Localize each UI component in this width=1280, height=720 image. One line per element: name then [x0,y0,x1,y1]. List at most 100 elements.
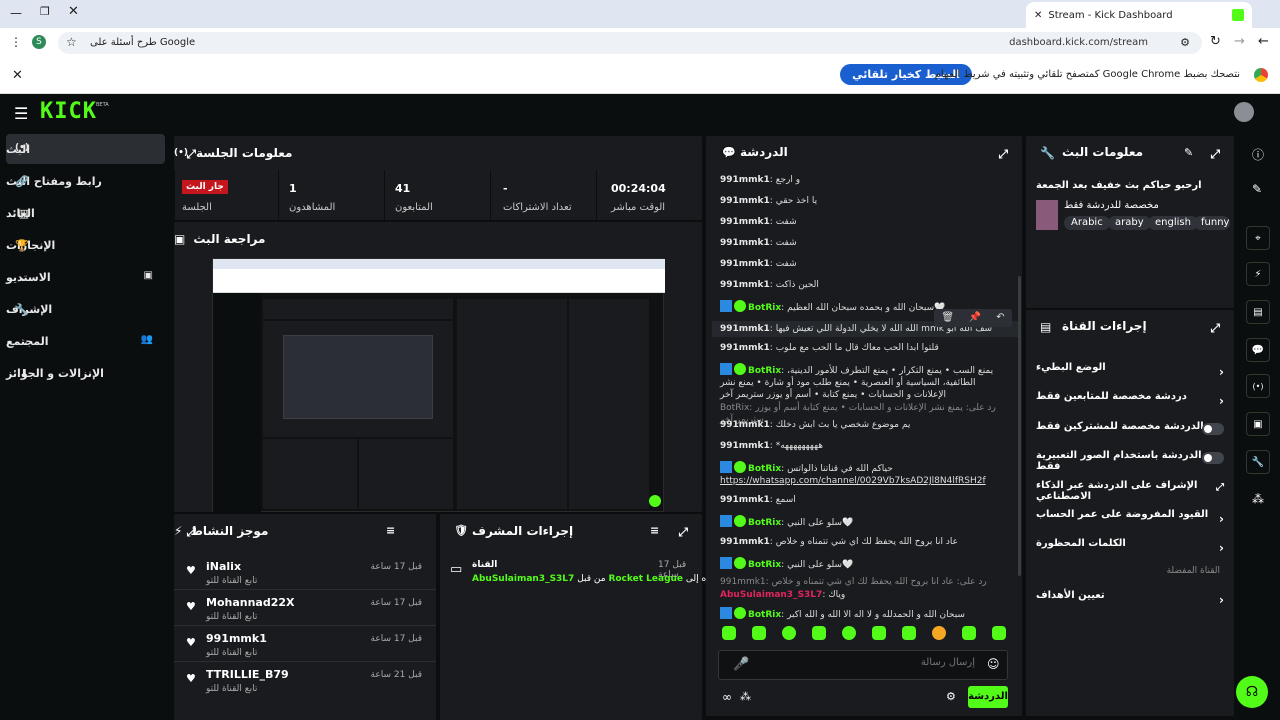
close-infobar-icon[interactable]: ✕ [12,68,23,83]
sidebar-item-moderation[interactable]: 🔧 الإشراف [6,294,165,324]
follower-name[interactable]: Mohannad22X [206,596,295,609]
kick-logo[interactable]: KICK [40,99,97,124]
sidebar-item-revenue[interactable]: ▥ العائد [6,198,165,228]
chat-username[interactable]: BotRix [748,464,781,474]
menu-dots-icon[interactable]: ⋮ [10,35,22,49]
chat-username[interactable]: 991mmk1 [720,537,770,547]
dots-icon[interactable]: ⁂ [740,690,751,703]
chat-username[interactable]: 991mmk1 [720,238,770,248]
emote-icon[interactable] [902,626,916,640]
chat-scrollbar[interactable] [1018,276,1021,576]
help-chat-button[interactable]: ☊ [1236,676,1268,708]
chat-username[interactable]: AbuSulaiman3_S3L7 [720,590,822,600]
profile-avatar[interactable]: S [32,35,46,49]
chat-username[interactable]: 991mmk1 [720,217,770,227]
sidebar-item-stream[interactable]: (•) البث [6,134,165,164]
rail-chat-button[interactable]: 💬 [1246,338,1270,362]
settings-gear-icon[interactable]: ⚙ [946,690,956,703]
tag-chip[interactable]: english [1148,216,1198,230]
follower-name[interactable]: iNalix [206,560,241,573]
emote-icon[interactable] [962,626,976,640]
emote-icon[interactable] [752,626,766,640]
rail-camera-button[interactable]: ⌖ [1246,226,1270,250]
expand-icon[interactable]: ⤢ [1208,321,1220,335]
chat-username[interactable]: 991mmk1 [720,196,770,206]
chat-username[interactable]: 991mmk1 [720,259,770,269]
followers-only-row[interactable]: دردشة مخصصة للمتابعين فقط › [1036,391,1224,411]
chat-username[interactable]: 991mmk1 [720,495,770,505]
chat-username[interactable]: BotRix [748,610,781,620]
follower-name[interactable]: TTRILLIE_B79 [206,668,289,681]
banned-words-row[interactable]: الكلمات المحظورة › [1036,538,1224,558]
rail-notes-button[interactable]: ▤ [1246,300,1270,324]
sidebar-item-stream-key[interactable]: 🔗 رابط ومفتاح البث [6,166,165,196]
mic-icon[interactable]: 🎤 [733,657,749,672]
rail-wrench-button[interactable]: 🔧 [1246,450,1270,474]
ai-moderation-row[interactable]: الإشراف على الدردشة عبر الذكاء الاصطناعي… [1036,480,1224,502]
chat-username[interactable]: 991mmk1 [720,343,770,353]
emote-only-toggle[interactable] [1202,452,1224,464]
delete-icon[interactable]: 🗑 [941,312,954,324]
infinity-icon[interactable]: ∞ [722,690,732,704]
reload-icon[interactable]: ↻ [1210,34,1221,49]
modaction-category[interactable]: Rocket League [608,574,683,584]
subscribers-only-toggle[interactable] [1202,423,1224,435]
chat-input[interactable]: 🎤 ☺ [718,650,1008,680]
tag-chip[interactable]: Arabic [1064,216,1110,230]
expand-icon[interactable]: ⤢ [1208,147,1220,161]
search-chip[interactable]: طرح أسئلة على Google [90,37,195,48]
close-tab-icon[interactable]: ✕ [1034,10,1042,21]
sidebar-item-achievements[interactable]: 🏆 الإنجازات [6,230,165,260]
emote-icon[interactable] [812,626,826,640]
modaction-user[interactable]: AbuSulaiman3_S3L7 [472,574,574,584]
rail-activity-button[interactable]: ⚡ [1246,262,1270,286]
reply-icon[interactable]: ↶ [996,312,1004,324]
tag-chip[interactable]: araby [1108,216,1151,230]
emoji-icon[interactable]: ☺ [987,657,1000,671]
chat-username[interactable]: 991mmk1 [720,441,770,451]
tune-icon[interactable]: ⚙ [1180,36,1190,49]
expand-icon[interactable]: ⤢ [996,147,1008,161]
emote-icon[interactable] [992,626,1006,640]
emote-icon[interactable] [932,626,946,640]
chat-username[interactable]: BotRix [748,560,781,570]
url-text[interactable]: dashboard.kick.com/stream [1009,37,1148,48]
minimize-icon[interactable]: — [10,6,22,20]
filter-icon[interactable]: ≡ [650,524,659,537]
hamburger-icon[interactable]: ☰ [14,104,28,123]
account-age-row[interactable]: القيود المفروضة على عمر الحساب › [1036,509,1224,529]
edit-pencil-icon[interactable]: ✎ [1252,182,1262,196]
edit-pencil-icon[interactable]: ✎ [1184,146,1193,159]
chat-username[interactable]: 991mmk1 [720,175,770,185]
chat-username[interactable]: 991mmk1 [720,577,766,587]
forward-icon[interactable]: → [1234,34,1245,49]
expand-icon[interactable]: ⤢ [676,525,688,539]
more-dots-icon[interactable]: ⁂ [1252,492,1264,506]
chat-username[interactable]: 991mmk1 [720,324,770,334]
slow-mode-row[interactable]: الوضع البطيء › [1036,362,1224,382]
emote-icon[interactable] [872,626,886,640]
filter-icon[interactable]: ≡ [386,524,395,537]
chat-input-field[interactable] [755,657,975,668]
chat-username[interactable]: 991mmk1 [720,420,770,430]
chat-username[interactable]: BotRix [720,403,749,413]
chat-link[interactable]: https://whatsapp.com/channel/0029Vb7ksAD… [720,475,1008,487]
sidebar-item-studio[interactable]: ⌄ الاستديو ▣ [6,262,165,292]
chat-username[interactable]: BotRix [748,518,781,528]
sidebar-item-community[interactable]: ⌄ المجتمع 👥 [6,326,165,356]
emote-icon[interactable] [782,626,796,640]
emote-icon[interactable] [842,626,856,640]
chat-username[interactable]: BotRix [748,303,781,313]
category-thumbnail[interactable] [1036,200,1058,230]
info-icon[interactable]: ⓘ [1252,146,1264,163]
user-avatar[interactable] [1234,102,1254,122]
chat-username[interactable]: 991mmk1 [720,280,770,290]
goals-row[interactable]: تعيين الأهداف › [1036,590,1224,610]
expand-icon[interactable]: ⤢ [184,525,196,539]
stream-preview-video[interactable] [212,258,665,513]
follower-name[interactable]: 991mmk1 [206,632,267,645]
restore-icon[interactable]: ❐ [40,5,50,18]
sidebar-item-drops[interactable]: ⬇ الإنزالات و الجوائز [6,358,165,388]
browser-tab[interactable]: ✕ Stream - Kick Dashboard [1026,2,1252,28]
expand-icon[interactable]: ⤢ [184,147,196,161]
